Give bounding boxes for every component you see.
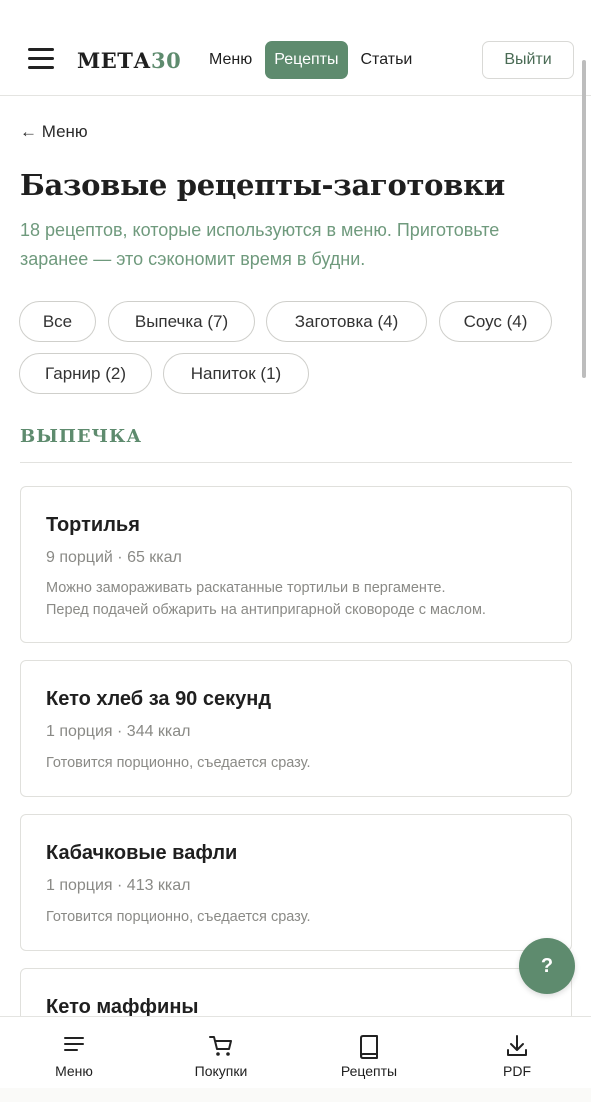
bottom-tab-label: Рецепты bbox=[340, 1063, 398, 1079]
bottom-nav: Меню Покупки Рецепты PDF bbox=[0, 1016, 591, 1088]
book-icon bbox=[360, 1035, 378, 1059]
list-icon bbox=[64, 1037, 84, 1051]
bottom-tab-menu[interactable]: Меню bbox=[24, 1017, 124, 1089]
filter-drink[interactable]: Напиток (1) bbox=[163, 353, 309, 394]
bottom-tab-pdf[interactable]: PDF bbox=[467, 1017, 567, 1089]
nav-menu[interactable]: Меню bbox=[200, 41, 261, 79]
recipe-title: Кето хлеб за 90 секунд bbox=[46, 688, 272, 710]
filter-sauce[interactable]: Соус (4) bbox=[439, 301, 552, 342]
logo[interactable]: МЕТА30 bbox=[77, 48, 181, 73]
top-header: МЕТА30 Меню Рецепты Статьи Выйти bbox=[0, 24, 591, 96]
bottom-tab-label: Меню bbox=[55, 1063, 93, 1079]
recipe-meta: 9 порций · 65 ккал bbox=[46, 549, 182, 566]
recipe-description: Готовится порционно, съедается сразу. bbox=[46, 755, 311, 771]
recipe-card[interactable]: Кабачковые вафли 1 порция · 413 ккал Гот… bbox=[20, 814, 572, 951]
filter-preparation[interactable]: Заготовка (4) bbox=[266, 301, 427, 342]
logo-text: МЕТА bbox=[77, 48, 151, 73]
filter-baking[interactable]: Выпечка (7) bbox=[108, 301, 255, 342]
back-link[interactable]: ← Меню bbox=[20, 122, 88, 142]
logo-number: 30 bbox=[150, 48, 182, 73]
recipe-description: Можно замораживать раскатанные тортильи … bbox=[46, 577, 556, 621]
recipe-description: Готовится порционно, съедается сразу. bbox=[46, 909, 311, 925]
recipe-title: Тортилья bbox=[46, 514, 140, 536]
recipe-card[interactable]: Кето хлеб за 90 секунд 1 порция · 344 кк… bbox=[20, 660, 572, 797]
cart-icon bbox=[209, 1036, 232, 1056]
main-nav: Меню Рецепты Статьи bbox=[200, 41, 425, 79]
recipe-meta: 1 порция · 344 ккал bbox=[46, 723, 191, 740]
scrollbar[interactable] bbox=[582, 60, 586, 378]
nav-recipes[interactable]: Рецепты bbox=[265, 41, 348, 79]
nav-articles[interactable]: Статьи bbox=[352, 41, 422, 79]
app-frame: МЕТА30 Меню Рецепты Статьи Выйти ← Меню … bbox=[0, 0, 591, 1102]
recipe-description-line: Перед подачей обжарить на антипригарной … bbox=[46, 602, 486, 618]
download-icon bbox=[507, 1035, 527, 1056]
filter-all[interactable]: Все bbox=[19, 301, 96, 342]
filter-side-dish[interactable]: Гарнир (2) bbox=[19, 353, 152, 394]
recipe-description-line: Можно замораживать раскатанные тортильи … bbox=[46, 580, 446, 596]
recipe-meta: 1 порция · 413 ккал bbox=[46, 877, 191, 894]
section-title: ВЫПЕЧКА bbox=[20, 426, 143, 447]
section-divider bbox=[20, 462, 572, 463]
page-subtitle: 18 рецептов, которые используются в меню… bbox=[20, 220, 500, 269]
bottom-tab-recipes[interactable]: Рецепты bbox=[319, 1017, 419, 1089]
logout-button[interactable]: Выйти bbox=[482, 41, 574, 79]
bottom-tab-label: PDF bbox=[503, 1063, 531, 1079]
bottom-safe-area bbox=[0, 1088, 591, 1102]
bottom-tab-label: Покупки bbox=[194, 1063, 248, 1079]
hamburger-menu-icon[interactable] bbox=[28, 48, 54, 70]
help-button[interactable]: ? bbox=[519, 938, 575, 994]
page-title: Базовые рецепты-заготовки bbox=[20, 168, 505, 202]
recipe-title: Кабачковые вафли bbox=[46, 842, 238, 864]
recipe-card[interactable]: Тортилья 9 порций · 65 ккал Можно замора… bbox=[20, 486, 572, 643]
bottom-tab-shopping[interactable]: Покупки bbox=[171, 1017, 271, 1089]
